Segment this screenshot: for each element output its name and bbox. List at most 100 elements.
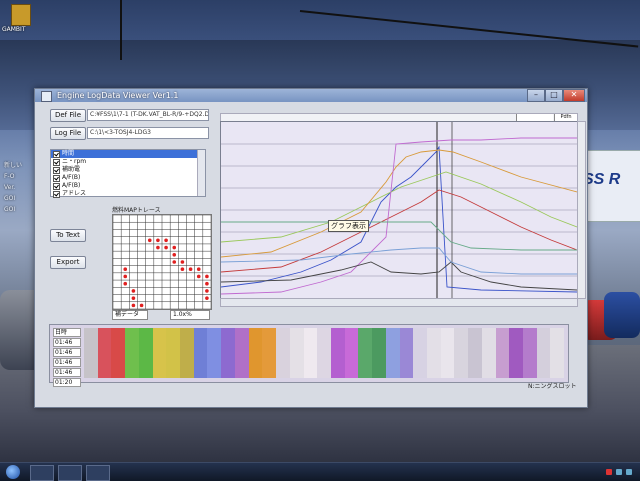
data-cell-block [440,328,455,378]
channel-list-item[interactable]: 時間 [51,150,205,158]
channel-list-item[interactable]: アドレス [51,190,205,198]
map-trace-point [131,296,136,300]
graph-vertical-scrollbar[interactable] [577,121,586,299]
taskbar [0,462,640,481]
map-scale-select[interactable]: 1.0x% [170,310,210,320]
data-cell-block [481,328,496,378]
data-cell-block [550,328,565,378]
map-trace-point [123,281,128,286]
def-file-button[interactable]: Def File [50,109,86,122]
close-button[interactable]: ✕ [563,89,585,102]
tray-network-icon[interactable] [616,469,622,475]
start-button[interactable] [6,465,20,479]
channel-checkbox[interactable] [53,182,60,190]
channel-label: 補助電 [62,166,81,173]
map-trace-point [123,274,128,279]
data-cell-block [234,328,249,378]
time-cell: 01:46 [53,348,81,357]
time-cell: 01:46 [53,368,81,377]
minimize-button[interactable]: – [527,89,545,102]
window-controls: – □ ✕ [527,89,585,102]
data-cell-block [248,328,263,378]
tray-alert-icon[interactable] [606,469,612,475]
channel-label: ニ・rpm [62,158,87,165]
data-cell-block [193,328,208,378]
channel-label: 時間 [62,150,75,157]
app-icon [41,91,52,102]
desktop-side-label: 新しい [4,162,23,169]
window-titlebar[interactable]: Engine LogData Viewer Ver1.1 – □ ✕ [35,89,587,102]
channel-checkbox[interactable] [53,150,60,158]
map-trace-point [172,260,177,264]
data-cell-block [468,328,482,378]
data-cell-block [207,328,222,378]
data-cell-block [221,328,235,378]
map-trace-point [180,267,185,272]
desktop-shortcut-icon[interactable]: GAMBIT [2,4,36,34]
channel-checkbox[interactable] [53,158,60,166]
map-trace-point [147,238,152,243]
data-cell-block [289,328,304,378]
graph-series-line [221,171,577,243]
data-color-grid [84,328,565,378]
app-shortcut-icon [11,4,31,26]
log-file-button[interactable]: Log File [50,127,86,140]
channel-list-item[interactable]: ニ・rpm [51,158,205,166]
data-cell-block [454,328,469,378]
channel-checkbox[interactable] [53,166,60,174]
taskbar-item[interactable] [30,465,54,481]
log-file-path-field[interactable]: C:\1\<3-TOSJ4-LDG3 [87,127,209,139]
map-trace-point [196,274,201,279]
parked-car-blue [604,292,640,338]
data-cell-block [111,328,126,378]
data-cell-block [426,328,441,378]
data-cell-block [180,328,194,378]
export-button[interactable]: Export [50,256,86,269]
tray-volume-icon[interactable] [626,469,632,475]
map-data-select[interactable]: 補データ [112,310,148,320]
data-cell-block [330,328,345,378]
map-trace-point [205,289,209,293]
data-cell-block [84,328,98,378]
map-trace-point [156,245,160,250]
channel-checkbox[interactable] [53,190,60,198]
desktop-side-label: F-O [4,173,15,180]
channel-list-item[interactable]: 補助電 [51,166,205,174]
graph-mode-select[interactable]: Pdfn [554,114,577,121]
time-cell: 01:20 [53,378,81,387]
log-graph[interactable] [220,121,578,299]
graph-range-select[interactable] [516,114,553,121]
map-trace-point [180,260,185,264]
map-trace-point [205,296,209,300]
to-text-button[interactable]: To Text [50,229,86,242]
channel-list-item[interactable]: A/F(B) [51,174,205,182]
channel-label: A/F(B) [62,182,81,189]
map-trace-point [205,281,209,286]
data-cell-block [536,328,551,378]
graph-series-line [221,137,577,295]
map-trace-point [188,267,193,272]
data-cell-block [166,328,181,378]
data-cell-block [344,328,359,378]
graph-horizontal-scrollbar[interactable] [220,298,578,307]
data-cell-block [372,328,386,378]
maximize-button[interactable]: □ [545,89,563,102]
desktop-icon-label: GAMBIT [2,26,26,33]
data-cell-block [317,328,331,378]
desktop-side-label: Ver. [4,184,16,191]
desktop-side-label: GOI [4,206,16,213]
channel-checkbox[interactable] [53,174,60,182]
desktop-side-label: GOI [4,195,16,202]
map-trace-point [123,267,128,272]
channel-list-scrollbar[interactable] [197,150,205,196]
channel-list[interactable]: 時間 ニ・rpm 補助電 A/F(B) A/F(B) アドレス [50,149,206,198]
data-cell-block [413,328,427,378]
time-cell: 日時 [53,328,81,337]
channel-list-item[interactable]: A/F(B) [51,182,205,190]
data-cell-block [495,328,510,378]
taskbar-item[interactable] [58,465,82,481]
taskbar-item-active[interactable] [86,465,110,481]
map-trace-point [164,238,168,243]
def-file-path-field[interactable]: C:¥FSS\1\7-1 (T-DK.VAT_BL-R/9-+DQ2.DC [87,109,209,121]
power-line [120,0,122,60]
